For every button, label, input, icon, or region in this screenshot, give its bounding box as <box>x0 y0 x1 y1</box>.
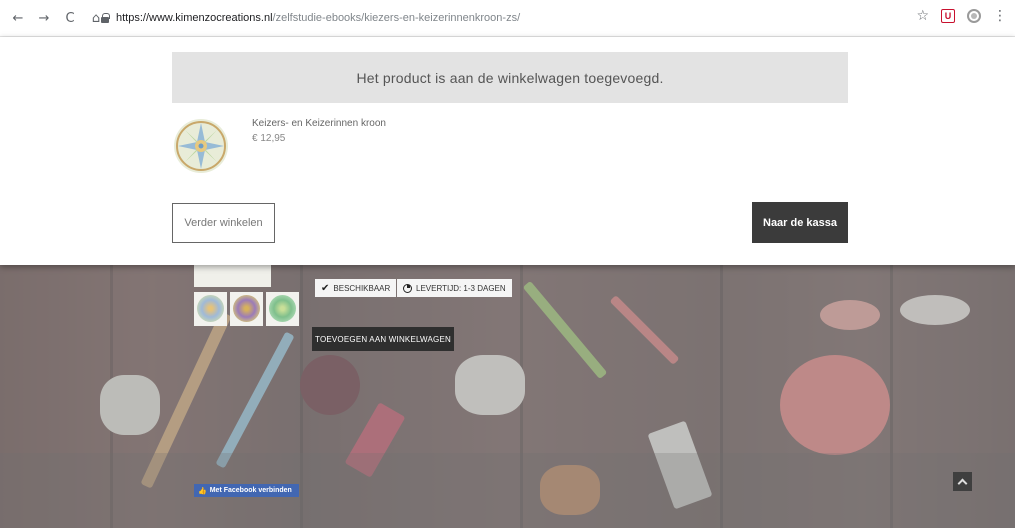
browser-nav: ← → C ⌂ <box>7 7 107 29</box>
facebook-connect-button[interactable]: 👍 Met Facebook verbinden <box>194 484 299 497</box>
product-thumbnail[interactable] <box>266 292 299 326</box>
forward-icon[interactable]: → <box>33 7 55 29</box>
browser-menu-icon[interactable]: ⋮ <box>993 8 1007 24</box>
delivery-text: LEVERTIJD: 1-3 DAGEN <box>416 283 506 293</box>
product-thumbnail[interactable] <box>230 292 263 326</box>
facebook-like-icon: 👍 <box>198 486 207 495</box>
reload-icon[interactable]: C <box>59 7 81 29</box>
mandala-image <box>233 295 260 322</box>
footer-band <box>0 453 1015 528</box>
scroll-to-top-button[interactable] <box>953 472 972 491</box>
address-bar[interactable]: https://www.kimenzocreations.nl /zelfstu… <box>100 8 920 28</box>
check-icon: ✔ <box>321 282 330 294</box>
clock-icon <box>403 283 412 293</box>
product-price: € 12,95 <box>252 133 286 144</box>
url-host: https://www.kimenzocreations.nl <box>116 12 273 24</box>
added-to-cart-modal: Het product is aan de winkelwagen toegev… <box>0 37 1015 265</box>
product-name: Keizers- en Keizerinnen kroon <box>252 118 386 129</box>
url-path: /zelfstudie-ebooks/kiezers-en-keizerinne… <box>272 12 521 24</box>
browser-actions: ☆ U ⋮ <box>916 8 1007 24</box>
continue-shopping-button[interactable]: Verder winkelen <box>172 203 275 243</box>
extension-shield-icon[interactable]: U <box>941 9 955 23</box>
mandala-image <box>269 295 296 322</box>
bookmark-star-icon[interactable]: ☆ <box>916 8 929 24</box>
mandala-image <box>197 295 224 322</box>
chevron-up-icon <box>957 478 968 488</box>
availability-badge: ✔ BESCHIKBAAR <box>315 279 397 297</box>
product-page-background: ✔ BESCHIKBAAR LEVERTIJD: 1-3 DAGEN TOEVO… <box>0 265 1015 528</box>
checkout-button[interactable]: Naar de kassa <box>752 202 848 243</box>
cart-notice: Het product is aan de winkelwagen toegev… <box>172 52 848 103</box>
delivery-badge: LEVERTIJD: 1-3 DAGEN <box>397 279 512 297</box>
extension-circle-icon[interactable] <box>967 9 981 23</box>
add-to-cart-button[interactable]: TOEVOEGEN AAN WINKELWAGEN <box>312 327 454 351</box>
availability-text: BESCHIKBAAR <box>333 283 391 293</box>
back-icon[interactable]: ← <box>7 7 29 29</box>
browser-toolbar: ← → C ⌂ https://www.kimenzocreations.nl … <box>0 0 1015 37</box>
product-thumbnail[interactable] <box>194 292 227 326</box>
product-mandala-image <box>174 119 228 173</box>
facebook-connect-label: Met Facebook verbinden <box>209 487 292 494</box>
product-main-image[interactable] <box>194 265 271 287</box>
lock-icon <box>100 13 110 23</box>
